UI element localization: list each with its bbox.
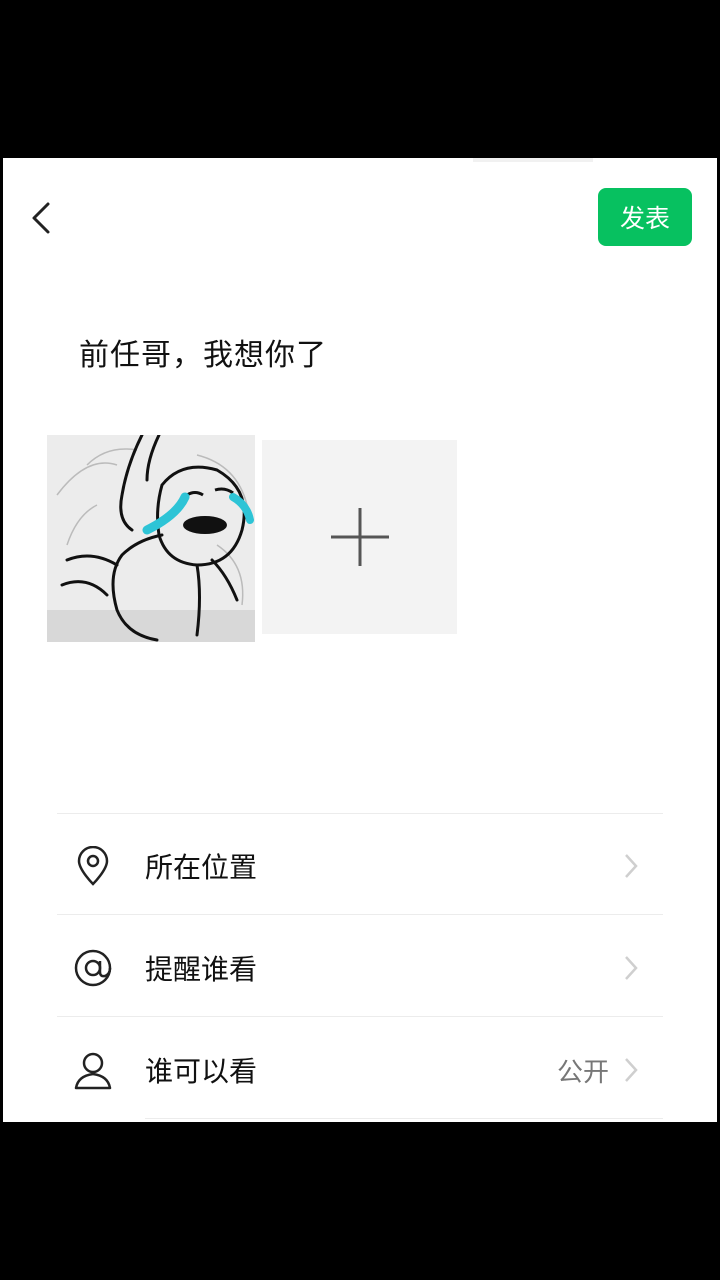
moments-compose-screen: 发表 前任哥，我想你了 所在位置 提醒谁看 谁可以看 公开: [3, 158, 717, 1122]
mention-label: 提醒谁看: [145, 953, 258, 986]
letterbox-bottom: [0, 1122, 720, 1280]
visibility-row[interactable]: 谁可以看 公开: [57, 1018, 663, 1118]
chevron-right-icon: [625, 956, 638, 980]
person-icon: [73, 1050, 113, 1090]
back-button[interactable]: [21, 198, 61, 238]
visibility-value: 公开: [556, 1058, 609, 1088]
plus-icon: [330, 508, 389, 566]
chevron-right-icon: [625, 1058, 638, 1082]
location-row[interactable]: 所在位置: [57, 814, 663, 914]
chevron-left-icon: [32, 202, 50, 234]
crying-meme-image: [47, 435, 255, 642]
post-text-content[interactable]: 前任哥，我想你了: [79, 330, 327, 374]
location-label: 所在位置: [145, 851, 258, 884]
row-divider: [145, 1118, 663, 1119]
attached-photo[interactable]: [47, 435, 255, 642]
status-bar-remnant: [473, 158, 593, 162]
at-sign-icon: [73, 948, 113, 988]
row-divider: [57, 1016, 663, 1017]
location-pin-icon: [73, 846, 113, 886]
mention-row[interactable]: 提醒谁看: [57, 916, 663, 1016]
chevron-right-icon: [625, 854, 638, 878]
visibility-label: 谁可以看: [145, 1055, 258, 1088]
add-photo-button[interactable]: [262, 440, 457, 634]
row-divider: [57, 914, 663, 915]
letterbox-top: [0, 0, 720, 158]
post-button[interactable]: 发表: [598, 188, 692, 246]
